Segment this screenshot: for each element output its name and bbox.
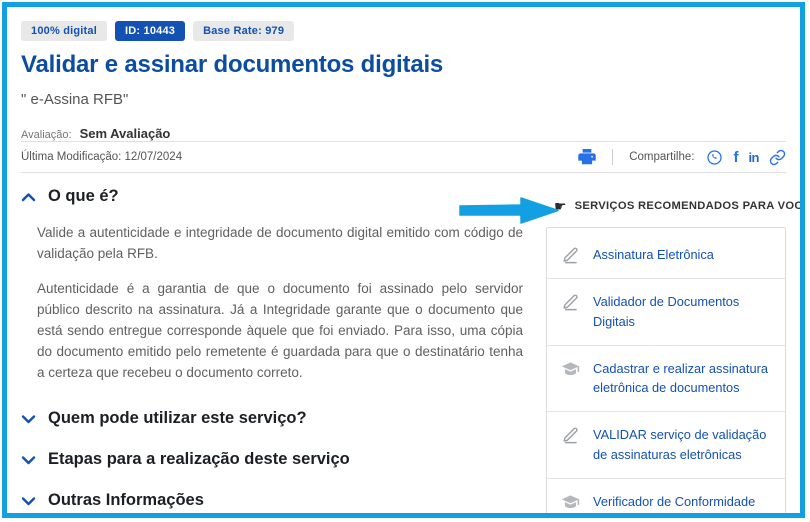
accordion: O que é? Valide a autenticidade e integr… xyxy=(21,185,523,513)
whatsapp-icon[interactable] xyxy=(706,149,723,166)
section-body: Valide a autenticidade e integridade de … xyxy=(37,222,523,383)
paragraph: Valide a autenticidade e integridade de … xyxy=(37,225,523,261)
chevron-down-icon xyxy=(21,496,36,506)
page-frame: 100% digital ID: 10443 Base Rate: 979 Va… xyxy=(2,2,805,518)
section-header-o-que-e[interactable]: O que é? xyxy=(21,187,523,206)
section-o-que-e: O que é? Valide a autenticidade e integr… xyxy=(21,187,523,383)
chevron-down-icon xyxy=(21,455,36,465)
service-link-verificador-conformidade[interactable]: Verificador de Conformidade de Assinatur… xyxy=(547,477,785,513)
chevron-down-icon xyxy=(21,414,36,424)
section-title: Etapas para a realização deste serviço xyxy=(48,450,350,468)
badge-id: ID: 10443 xyxy=(114,21,186,41)
page-content: 100% digital ID: 10443 Base Rate: 979 Va… xyxy=(7,7,800,513)
signature-icon xyxy=(561,246,581,265)
section-header-etapas[interactable]: Etapas para a realização deste serviço xyxy=(21,450,523,469)
divider xyxy=(21,172,786,173)
chevron-up-icon xyxy=(21,192,36,202)
vertical-divider xyxy=(612,149,614,165)
rating-row: Avaliação: Sem Avaliação xyxy=(21,126,786,141)
print-icon[interactable] xyxy=(578,149,596,165)
recommended-heading: ☛ SERVIÇOS RECOMENDADOS PARA VOCÊ xyxy=(546,199,800,213)
recommended-panel: Assinatura Eletrônica Validador de Docum… xyxy=(546,227,786,513)
linkedin-icon[interactable]: in xyxy=(748,151,759,164)
rating-label: Avaliação: xyxy=(21,129,72,141)
section-title: Outras Informações xyxy=(48,491,204,509)
service-link-cadastrar-assinatura[interactable]: Cadastrar e realizar assinatura eletrôni… xyxy=(547,344,785,412)
badge-base-rate: Base Rate: 979 xyxy=(193,21,295,41)
main-area: O que é? Valide a autenticidade e integr… xyxy=(21,185,800,513)
share-group: Compartilhe: f in xyxy=(578,149,786,166)
graduation-cap-icon xyxy=(561,360,581,379)
meta-row: Última Modificação: 12/07/2024 Compartil… xyxy=(21,142,786,172)
share-label: Compartilhe: xyxy=(629,151,695,163)
facebook-icon[interactable]: f xyxy=(733,150,738,165)
service-link-label: Verificador de Conformidade de Assinatur… xyxy=(593,493,756,509)
link-icon[interactable] xyxy=(769,149,786,166)
section-title: O que é? xyxy=(48,187,119,205)
service-link-label: VALIDAR serviço de validação de assinatu… xyxy=(593,427,767,463)
service-link-label: Validador de Documentos Digitais xyxy=(593,294,740,329)
section-header-outras-informacoes[interactable]: Outras Informações xyxy=(21,491,523,510)
section-outras-informacoes: Outras Informações xyxy=(21,491,523,510)
last-modified: Última Modificação: 12/07/2024 xyxy=(21,151,183,163)
service-link-label: Assinatura Eletrônica xyxy=(593,247,714,262)
page-subtitle: " e-Assina RFB" xyxy=(21,91,129,108)
recommended-services: ☛ SERVIÇOS RECOMENDADOS PARA VOCÊ Assina… xyxy=(546,185,800,513)
signature-icon xyxy=(561,293,581,312)
section-quem-pode: Quem pode utilizar este serviço? xyxy=(21,409,523,428)
signature-icon xyxy=(561,426,581,445)
section-etapas: Etapas para a realização deste serviço xyxy=(21,450,523,469)
service-link-assinatura-eletronica[interactable]: Assinatura Eletrônica xyxy=(547,232,785,278)
section-title: Quem pode utilizar este serviço? xyxy=(48,409,307,427)
service-link-label: Cadastrar e realizar assinatura eletrôni… xyxy=(593,360,768,396)
badge-digital: 100% digital xyxy=(21,21,107,41)
service-link-validador-documentos[interactable]: Validador de Documentos Digitais xyxy=(547,278,785,345)
section-header-quem-pode[interactable]: Quem pode utilizar este serviço? xyxy=(21,409,523,428)
page-title: Validar e assinar documentos digitais xyxy=(21,51,444,78)
rating-value: Sem Avaliação xyxy=(79,126,171,141)
annotation-arrow xyxy=(459,197,561,224)
recommended-title: SERVIÇOS RECOMENDADOS PARA VOCÊ xyxy=(574,200,805,212)
graduation-cap-icon xyxy=(561,493,581,512)
paragraph: Autenticidade é a garantia de que o docu… xyxy=(37,281,523,380)
service-link-validar-assinaturas[interactable]: VALIDAR serviço de validação de assinatu… xyxy=(547,411,785,478)
badge-row: 100% digital ID: 10443 Base Rate: 979 xyxy=(21,21,786,41)
